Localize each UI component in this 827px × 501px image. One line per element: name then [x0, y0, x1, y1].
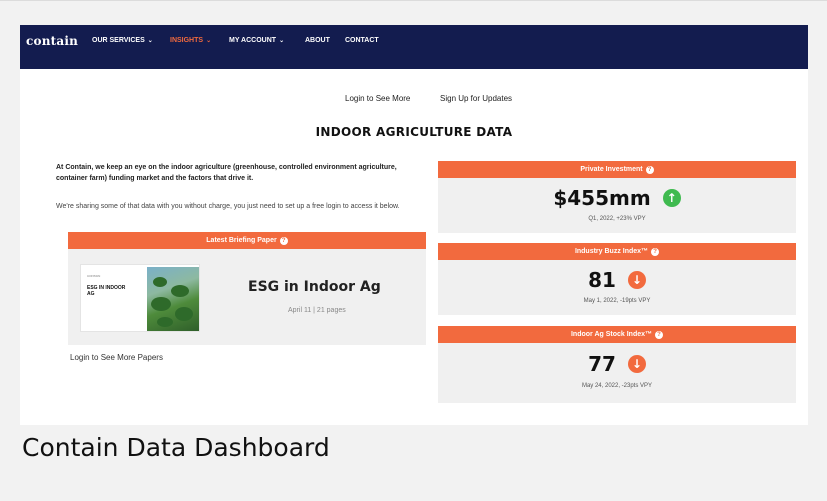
stat-value-row: 81 ↓: [438, 268, 796, 292]
website-screenshot: contain OUR SERVICES ⌄ INSIGHTS ⌄ MY ACCOU…: [20, 25, 808, 425]
intro-bold-text: At Contain, we keep an eye on the indoor…: [56, 164, 397, 182]
login-link[interactable]: Login to See More: [345, 94, 410, 103]
nav-item-my-account[interactable]: MY ACCOUNT ⌄: [229, 37, 284, 44]
help-icon[interactable]: ?: [655, 331, 664, 339]
building-greenery-image: [147, 267, 199, 331]
briefing-paper-card[interactable]: CONTAIN ESG IN INDOOR AG ESG in Indoor A…: [68, 249, 426, 345]
stat-value-row: 77 ↓: [438, 352, 796, 376]
briefing-header-label: Latest Briefing Paper: [206, 237, 277, 244]
page-title: INDOOR AGRICULTURE DATA: [315, 125, 513, 139]
signup-link[interactable]: Sign Up for Updates: [440, 94, 512, 103]
stat-value-row: $455mm ↑: [438, 186, 796, 210]
help-icon[interactable]: ?: [645, 166, 654, 174]
briefing-header: Latest Briefing Paper?: [68, 232, 426, 249]
private-investment-header: Private Investment?: [438, 161, 796, 178]
paper-meta: April 11 | 21 pages: [288, 307, 346, 314]
more-papers-link[interactable]: Login to See More Papers: [70, 353, 163, 362]
paper-thumbnail[interactable]: CONTAIN ESG IN INDOOR AG: [80, 264, 200, 332]
help-icon[interactable]: ?: [651, 248, 660, 256]
stock-index-header: Indoor Ag Stock Index™?: [438, 326, 796, 343]
stat-header-label: Industry Buzz Index™: [574, 248, 649, 255]
nav-item-label: OUR SERVICES: [92, 37, 145, 44]
nav-item-contact[interactable]: CONTACT: [345, 37, 379, 44]
arrow-down-icon: ↓: [627, 355, 646, 373]
arrow-up-icon: ↑: [662, 189, 681, 207]
top-navbar: contain OUR SERVICES ⌄ INSIGHTS ⌄ MY ACCOU…: [20, 25, 808, 69]
private-investment-card: $455mm ↑ Q1, 2022, +23% VPY: [438, 178, 796, 233]
stat-note: May 1, 2022, -19pts VPY: [583, 298, 651, 304]
nav-item-about[interactable]: ABOUT: [305, 37, 330, 44]
stat-note: Q1, 2022, +23% VPY: [588, 216, 646, 222]
nav-item-label: INSIGHTS: [170, 37, 204, 44]
stat-header-label: Indoor Ag Stock Index™: [570, 331, 653, 338]
chevron-down-icon: ⌄: [279, 38, 285, 44]
logo[interactable]: contain: [26, 34, 78, 48]
chevron-down-icon: ⌄: [147, 38, 153, 44]
stat-note: May 24, 2022, -23pts VPY: [581, 383, 653, 389]
nav-item-insights[interactable]: INSIGHTS ⌄: [170, 37, 211, 44]
stat-value: 81: [588, 268, 616, 292]
stat-value: $455mm: [553, 186, 651, 210]
image-caption: Contain Data Dashboard: [22, 433, 330, 462]
stat-header-label: Private Investment: [580, 166, 643, 173]
thumbnail-title: ESG IN INDOOR AG: [87, 285, 126, 297]
nav-item-our-services[interactable]: OUR SERVICES ⌄: [92, 37, 153, 44]
stock-index-card: 77 ↓ May 24, 2022, -23pts VPY: [438, 343, 796, 403]
image-container: contain OUR SERVICES ⌄ INSIGHTS ⌄ MY ACCOU…: [0, 0, 827, 501]
thumbnail-brand: CONTAIN: [87, 274, 101, 278]
help-icon[interactable]: ?: [279, 237, 288, 245]
industry-buzz-card: 81 ↓ May 1, 2022, -19pts VPY: [438, 260, 796, 315]
paper-title[interactable]: ESG in Indoor Ag: [248, 279, 381, 295]
intro-text: We're sharing some of that data with you…: [56, 203, 400, 210]
industry-buzz-header: Industry Buzz Index™?: [438, 243, 796, 260]
chevron-down-icon: ⌄: [206, 38, 212, 44]
stat-value: 77: [588, 352, 616, 376]
nav-item-label: MY ACCOUNT: [229, 37, 277, 44]
arrow-down-icon: ↓: [627, 271, 646, 289]
